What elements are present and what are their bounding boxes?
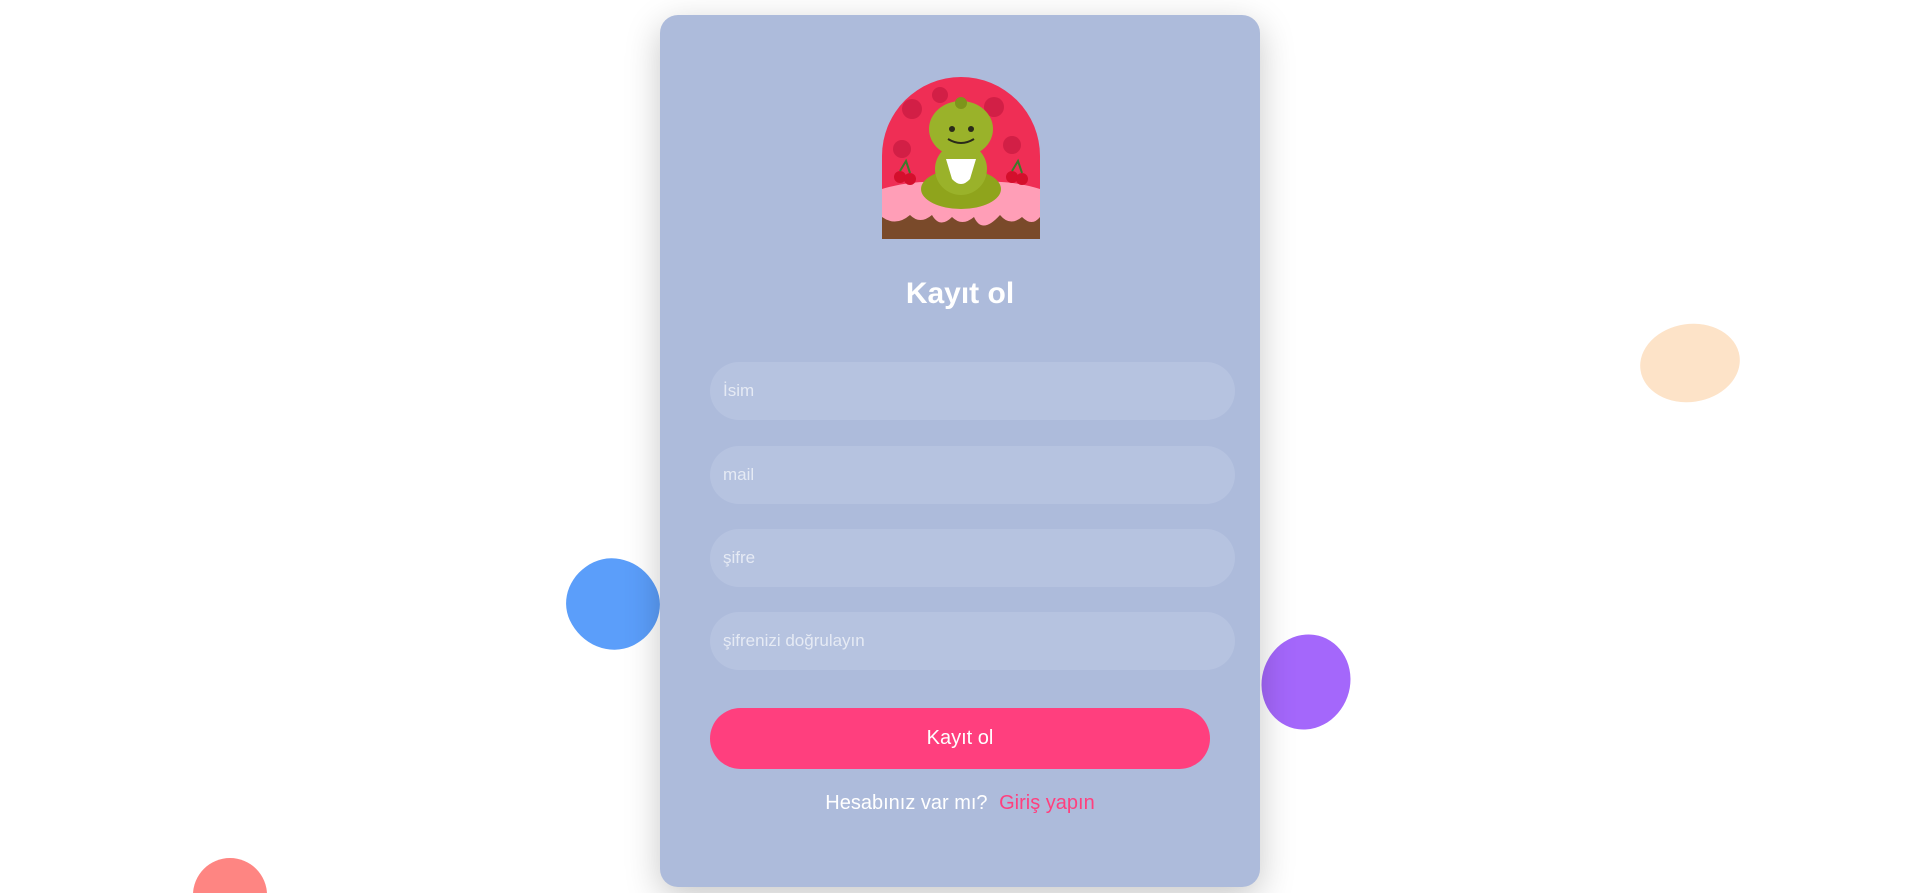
page-title: Kayıt ol (905, 277, 1015, 310)
decorative-peach-blob (1635, 317, 1745, 409)
password-input[interactable] (710, 529, 1235, 587)
decorative-blue-blob (551, 542, 675, 666)
register-button[interactable]: Kayıt ol (710, 708, 1210, 769)
decorative-coral-blob (193, 858, 267, 893)
confirm-password-input[interactable] (710, 612, 1235, 670)
login-prompt: Hesabınız var mı? Giriş yapın (660, 792, 1260, 815)
page-background: Kayıt ol Kayıt ol Hesabınız var mı? Giri… (0, 0, 1916, 893)
email-input[interactable] (710, 446, 1235, 504)
dinosaur-cake-icon (882, 77, 1040, 239)
register-card: Kayıt ol Kayıt ol Hesabınız var mı? Giri… (660, 15, 1260, 887)
login-link[interactable]: Giriş yapın (999, 792, 1095, 814)
name-input[interactable] (710, 362, 1235, 420)
login-question: Hesabınız var mı? (825, 792, 988, 814)
decorative-purple-blob (1248, 621, 1364, 743)
